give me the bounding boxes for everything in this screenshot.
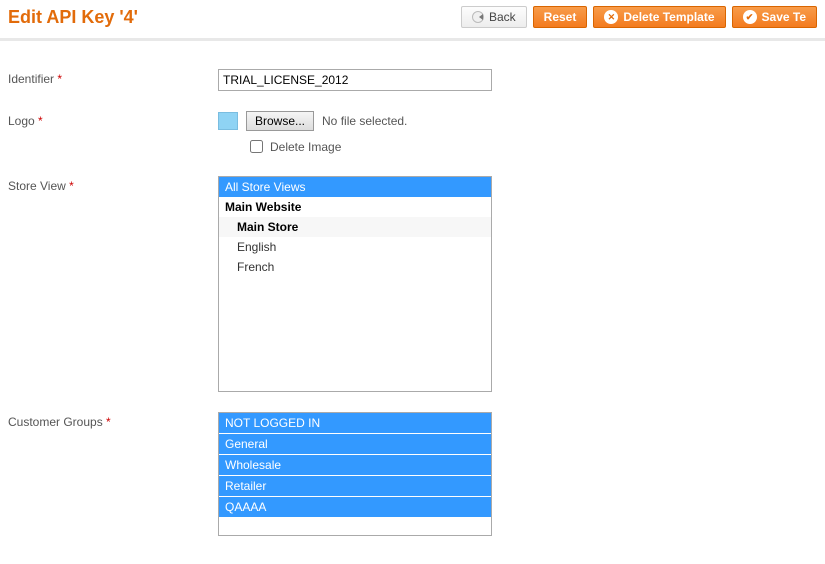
toolbar: Back Reset ✕ Delete Template ✔ Save Te bbox=[461, 6, 817, 28]
customer-group-option[interactable]: General bbox=[219, 434, 491, 454]
store-option-website[interactable]: Main Website bbox=[219, 197, 491, 217]
back-button-label: Back bbox=[489, 10, 516, 24]
customer-group-option[interactable]: NOT LOGGED IN bbox=[219, 413, 491, 433]
save-template-label: Save Te bbox=[762, 10, 806, 24]
store-view-select[interactable]: All Store Views Main Website Main Store … bbox=[218, 176, 492, 392]
back-button[interactable]: Back bbox=[461, 6, 527, 28]
page-title: Edit API Key '4' bbox=[8, 7, 138, 28]
customer-groups-select[interactable]: NOT LOGGED IN General Wholesale Retailer… bbox=[218, 412, 492, 536]
delete-template-label: Delete Template bbox=[623, 10, 714, 24]
store-option-store[interactable]: Main Store bbox=[219, 217, 491, 237]
reset-button-label: Reset bbox=[544, 10, 577, 24]
back-arrow-icon bbox=[472, 11, 484, 23]
browse-button[interactable]: Browse... bbox=[246, 111, 314, 131]
identifier-label: Identifier * bbox=[8, 69, 218, 86]
delete-image-checkbox[interactable]: Delete Image bbox=[246, 137, 817, 156]
store-view-label: Store View * bbox=[8, 176, 218, 193]
customer-group-option[interactable]: Wholesale bbox=[219, 455, 491, 475]
reset-button[interactable]: Reset bbox=[533, 6, 588, 28]
customer-groups-label: Customer Groups * bbox=[8, 412, 218, 429]
save-template-button[interactable]: ✔ Save Te bbox=[732, 6, 817, 28]
logo-label: Logo * bbox=[8, 111, 218, 128]
customer-group-option[interactable]: QAAAA bbox=[219, 497, 491, 517]
delete-template-button[interactable]: ✕ Delete Template bbox=[593, 6, 725, 28]
identifier-input[interactable] bbox=[218, 69, 492, 91]
customer-group-option[interactable]: Retailer bbox=[219, 476, 491, 496]
store-option-view[interactable]: English bbox=[219, 237, 491, 257]
logo-thumbnail bbox=[218, 112, 238, 130]
store-option-all[interactable]: All Store Views bbox=[219, 177, 491, 197]
delete-image-input[interactable] bbox=[250, 140, 263, 153]
delete-image-label: Delete Image bbox=[270, 140, 341, 154]
check-icon: ✔ bbox=[743, 10, 757, 24]
store-option-view[interactable]: French bbox=[219, 257, 491, 277]
delete-icon: ✕ bbox=[604, 10, 618, 24]
file-upload-status: No file selected. bbox=[322, 114, 407, 128]
